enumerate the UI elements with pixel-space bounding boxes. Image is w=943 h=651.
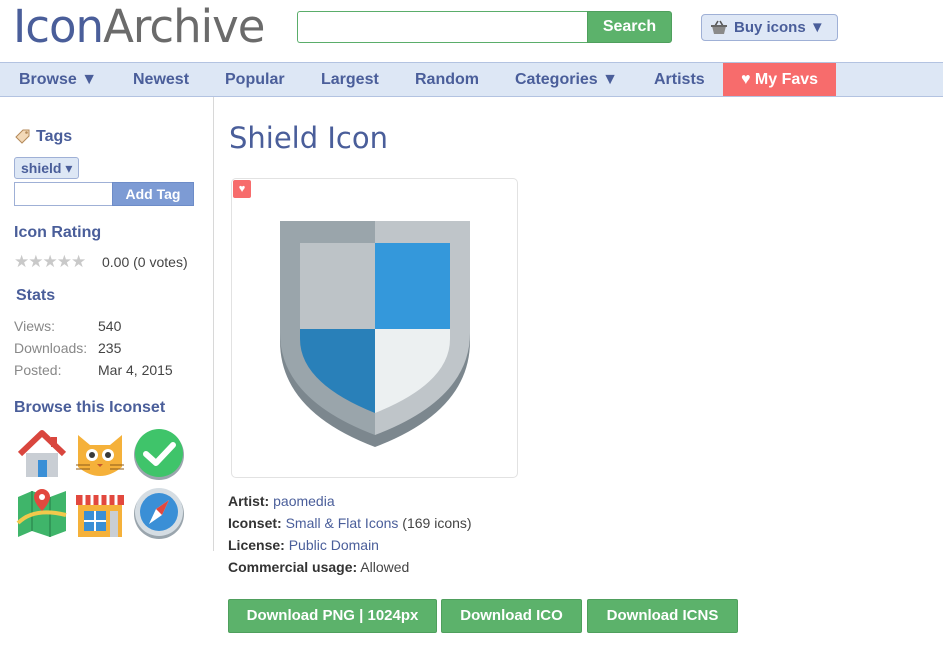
cat-icon[interactable] — [72, 427, 128, 483]
nav-browse[interactable]: Browse ▼ — [19, 63, 97, 96]
sidebar: Tags shield ▾ Add Tag Icon Rating ★★★★★ … — [0, 97, 214, 551]
license-link[interactable]: Public Domain — [289, 537, 379, 553]
nav-artists[interactable]: Artists — [654, 63, 705, 96]
license-label: License: — [228, 537, 285, 553]
tags-heading: Tags — [36, 128, 73, 145]
iconset-count: (169 icons) — [402, 515, 472, 531]
shield-icon — [280, 221, 470, 447]
download-ico-button[interactable]: Download ICO — [441, 599, 582, 633]
map-icon[interactable] — [14, 485, 70, 541]
iconset-row: Iconset: Small & Flat Icons (169 icons) — [228, 515, 472, 531]
add-tag-button[interactable]: Add Tag — [112, 182, 194, 206]
iconset-label: Iconset: — [228, 515, 282, 531]
license-row: License: Public Domain — [228, 537, 379, 553]
buy-icons-button[interactable]: Buy icons ▼ — [701, 14, 838, 41]
tag-shield[interactable]: shield ▾ — [14, 157, 80, 179]
nav-popular[interactable]: Popular — [225, 63, 285, 96]
checkmark-icon[interactable] — [131, 427, 187, 483]
commercial-value: Allowed — [360, 559, 410, 575]
artist-label: Artist: — [228, 493, 270, 509]
artist-row: Artist: paomedia — [228, 493, 335, 509]
posted-label: Posted: — [14, 362, 62, 378]
buy-icons-label: Buy icons ▼ — [734, 19, 825, 36]
download-icns-button[interactable]: Download ICNS — [587, 599, 738, 633]
nav-my-favs[interactable]: ♥ My Favs — [723, 63, 836, 96]
rating-heading: Icon Rating — [14, 224, 102, 241]
heart-icon[interactable]: ♥ — [233, 180, 251, 198]
search-input[interactable] — [297, 11, 588, 43]
stats-heading: Stats — [16, 287, 56, 304]
downloads-label: Downloads: — [14, 340, 88, 356]
nav-categories[interactable]: Categories ▼ — [515, 63, 618, 96]
rating-value: 0.00 (0 votes) — [102, 254, 188, 270]
logo-part-icon: Icon — [13, 0, 104, 53]
site-logo[interactable]: IconArchive — [13, 0, 265, 53]
views-value: 540 — [98, 318, 122, 334]
compass-icon[interactable] — [131, 485, 187, 541]
iconset-link[interactable]: Small & Flat Icons — [286, 515, 399, 531]
page-title: Shield Icon — [229, 121, 388, 155]
shop-icon[interactable] — [72, 485, 128, 541]
search-button[interactable]: Search — [587, 11, 672, 43]
posted-value: Mar 4, 2015 — [98, 362, 173, 378]
home-icon[interactable] — [14, 427, 70, 483]
downloads-value: 235 — [98, 340, 122, 356]
tag-icon — [15, 129, 30, 144]
commercial-label: Commercial usage: — [228, 559, 358, 575]
icon-preview-card: ♥ — [231, 178, 518, 478]
browse-iconset-heading: Browse this Iconset — [14, 399, 166, 416]
artist-link[interactable]: paomedia — [273, 493, 335, 509]
nav-newest[interactable]: Newest — [133, 63, 189, 96]
commercial-row: Commercial usage: Allowed — [228, 559, 409, 575]
main-nav: Browse ▼ Newest Popular Largest Random C… — [0, 62, 943, 97]
tag-input[interactable] — [14, 182, 113, 206]
basket-icon — [711, 20, 727, 34]
nav-random[interactable]: Random — [415, 63, 479, 96]
logo-part-archive: Archive — [103, 0, 265, 53]
views-label: Views: — [14, 318, 55, 334]
nav-largest[interactable]: Largest — [321, 63, 379, 96]
download-png-button[interactable]: Download PNG | 1024px — [228, 599, 437, 633]
rating-stars[interactable]: ★★★★★ — [14, 252, 86, 272]
